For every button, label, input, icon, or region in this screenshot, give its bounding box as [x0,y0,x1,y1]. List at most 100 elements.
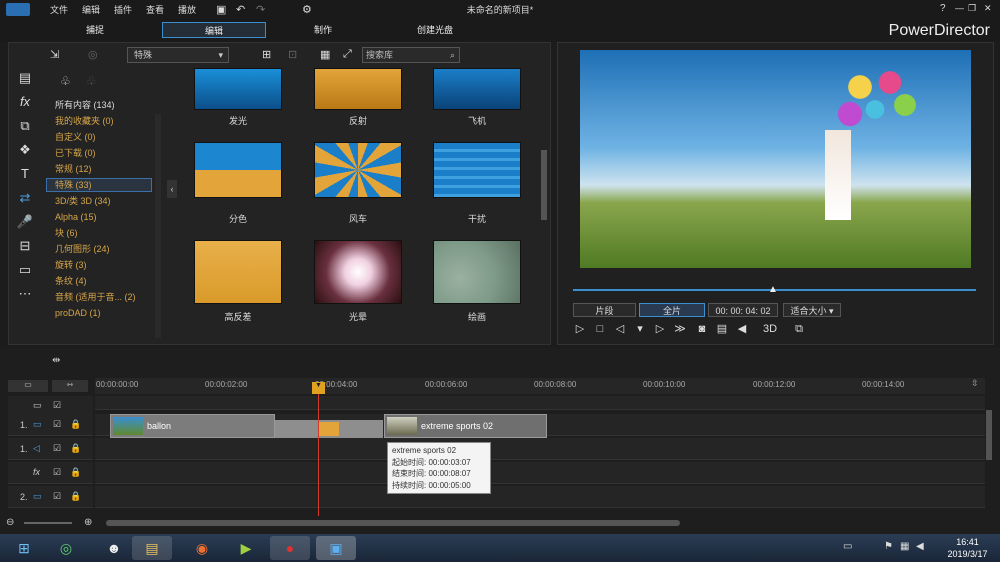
start-button-icon[interactable]: ⊞ [4,536,44,560]
insert-icon[interactable]: ⊡ [288,48,297,61]
category-item[interactable]: 我的收藏夹 (0) [55,114,114,128]
lock-icon[interactable]: 🔒 [70,467,81,478]
tab-create-disc[interactable]: 创建光盘 [400,22,470,38]
transition-thumb-painting[interactable] [433,240,521,304]
category-item[interactable]: 块 (6) [55,226,78,240]
fast-forward-icon[interactable]: ≫ [673,322,687,336]
taskbar-firefox-icon[interactable]: ◉ [182,536,222,560]
zoom-out-icon[interactable]: ⊖ [6,517,14,528]
chapter-room-icon[interactable]: ⊟ [16,238,34,254]
scrubber-handle-icon[interactable]: ▲ [768,284,778,295]
track-enable-checkbox[interactable]: ☑ [53,400,61,411]
menu-edit[interactable]: 编辑 [82,3,100,16]
category-item[interactable]: Alpha (15) [55,210,97,224]
category-item[interactable]: 旋转 (3) [55,258,87,272]
taskbar-explorer-icon[interactable]: ▤ [132,536,172,560]
category-scrollbar[interactable] [155,114,161,338]
transition-thumb-split[interactable] [194,142,282,198]
subtitle-room-icon[interactable]: ▭ [16,262,34,278]
3d-mode-button[interactable]: 3D [758,322,782,336]
movie-mode-button[interactable]: 全片 [639,303,705,317]
tab-produce[interactable]: 制作 [288,22,358,38]
category-item[interactable]: 已下载 (0) [55,146,96,160]
video-track-2[interactable] [95,486,985,508]
add-to-timeline-icon[interactable]: ⊞ [262,48,271,61]
category-item[interactable]: 常规 (12) [55,162,92,176]
transition-thumb-high-contrast[interactable] [194,240,282,304]
download-icon[interactable]: ◎ [88,48,108,62]
taskbar-record-icon[interactable]: ● [270,536,310,560]
track-enable-checkbox[interactable]: ☑ [53,419,61,430]
timeline-clip-extreme-sports[interactable]: extreme sports 02 [384,414,547,438]
minimize-icon[interactable]: — [955,3,964,13]
fit-timeline-icon[interactable]: ⇿ [52,380,88,392]
close-icon[interactable]: ✕ [984,3,992,14]
clip-mode-button[interactable]: 片段 [573,303,636,317]
taskbar-360-icon[interactable]: ◎ [46,536,86,560]
audio-mix-icon[interactable]: 🎤 [16,214,34,230]
import-icon[interactable]: ⇲ [50,48,70,62]
snapshot-icon[interactable]: ◙ [695,322,709,336]
redo-icon[interactable]: ↷ [256,3,265,16]
audio-track-1[interactable] [95,438,985,460]
pip-room-icon[interactable]: ⧉ [16,118,34,134]
timecode-display[interactable]: 00: 00: 04: 02 [708,303,778,317]
category-item[interactable]: 音频 (适用于音... (2) [55,290,136,304]
save-icon[interactable]: ▣ [216,3,226,16]
transition-overlap[interactable] [275,420,383,438]
fit-size-dropdown[interactable]: 适合大小 ▾ [783,303,841,317]
expand-icon[interactable]: ⤢ [343,48,352,61]
split-view-icon[interactable]: ⇹ [52,355,60,366]
tray-volume-icon[interactable]: ◀ [916,541,924,552]
transition-thumb-halo[interactable] [314,240,402,304]
category-item[interactable]: 3D/类 3D (34) [55,194,111,208]
transition-thumb-plane[interactable] [433,68,521,110]
taskbar-qq-icon[interactable]: ☻ [94,536,134,560]
track-enable-checkbox[interactable]: ☑ [53,467,61,478]
category-item[interactable]: 自定义 (0) [55,130,96,144]
collapse-panel-icon[interactable]: ‹ [167,180,177,198]
clock-date[interactable]: 2019/3/17 [940,549,995,559]
mark-icon[interactable]: ▾ [633,322,647,336]
timeline-clip-ballon[interactable]: ballon [110,414,275,438]
tray-keyboard-icon[interactable]: ▭ [843,541,852,552]
menu-plugins[interactable]: 插件 [114,3,132,16]
transition-thumb-reflection[interactable] [314,68,402,110]
category-dropdown[interactable]: 特殊 ▾ [127,47,229,63]
media-room-icon[interactable]: ▤ [16,70,34,86]
lock-icon[interactable]: 🔒 [70,419,81,430]
play-icon[interactable]: ▷ [573,322,587,336]
transition-room-icon[interactable]: ⇄ [16,190,34,206]
previous-frame-icon[interactable]: ◁ [613,322,627,336]
tray-flag-icon[interactable]: ⚑ [884,541,893,552]
lock-icon[interactable]: 🔒 [70,443,81,454]
volume-icon[interactable]: ◀ [735,322,749,336]
track-visibility-icon[interactable]: ▭ [33,400,42,411]
menu-view[interactable]: 查看 [146,3,164,16]
favorite-icon[interactable]: ♧ [60,74,71,88]
transition-marker-icon[interactable] [319,422,339,436]
playhead-handle-icon[interactable]: ▼ [312,382,325,394]
undock-preview-icon[interactable]: ⧉ [792,322,806,336]
transition-thumb-windmill[interactable] [314,142,402,198]
category-item[interactable]: proDAD (1) [55,306,101,320]
unfavorite-icon[interactable]: ♧ [86,74,97,88]
search-icon[interactable]: ⌕ [450,48,455,62]
category-item-selected[interactable]: 特殊 (33) [55,178,92,192]
fx-room-icon[interactable]: fx [16,94,34,110]
timeline-vertical-scrollbar[interactable] [986,410,992,460]
timeline-playhead[interactable] [318,384,319,516]
timeline-menu-icon[interactable]: ⇳ [971,378,979,389]
transition-thumb-glow[interactable] [194,68,282,110]
category-item[interactable]: 条纹 (4) [55,274,87,288]
title-room-icon[interactable]: T [16,166,34,182]
taskbar-media-icon[interactable]: ▶ [226,536,266,560]
next-frame-icon[interactable]: ▷ [653,322,667,336]
library-scrollbar-thumb[interactable] [541,150,547,220]
track-enable-checkbox[interactable]: ☑ [53,491,61,502]
menu-file[interactable]: 文件 [50,3,68,16]
tab-capture[interactable]: 捕捉 [60,22,130,38]
clock-time[interactable]: 16:41 [940,537,995,547]
library-search-input[interactable]: 搜索库 ⌕ [362,47,460,63]
particle-room-icon[interactable]: ❖ [16,142,34,158]
